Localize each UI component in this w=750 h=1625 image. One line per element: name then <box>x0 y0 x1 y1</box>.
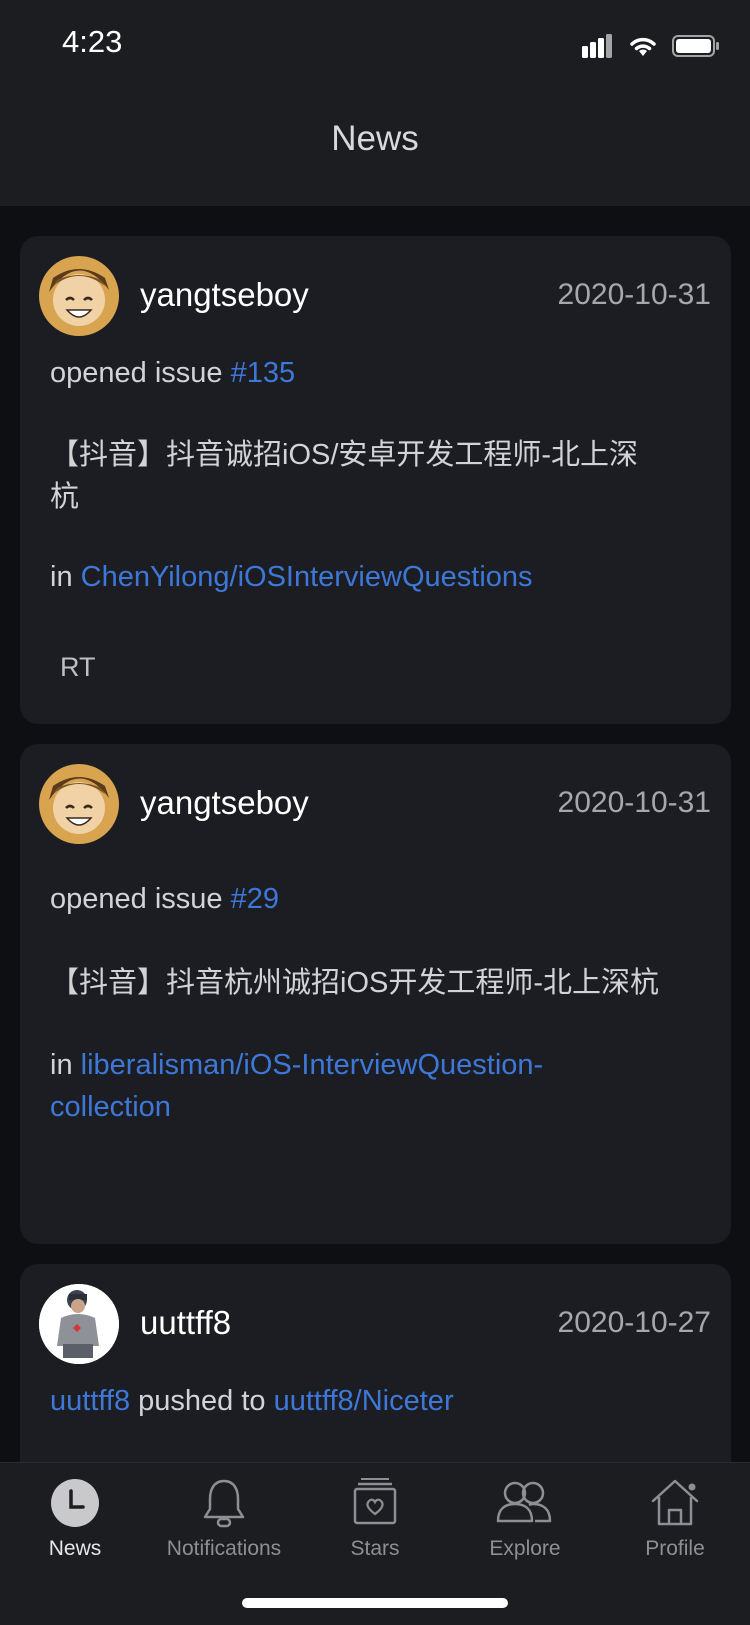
issue-title-line: 杭 <box>50 481 80 513</box>
house-icon <box>651 1479 699 1526</box>
tab-label: Stars <box>350 1537 400 1560</box>
issue-title-line: 【抖音】抖音诚招iOS/安卓开发工程师-北上深 <box>50 439 639 471</box>
page-title: News <box>331 119 419 158</box>
event-date: 2020-10-27 <box>557 1306 711 1339</box>
issue-link[interactable]: #135 <box>231 357 296 389</box>
wifi-icon <box>630 37 656 56</box>
username[interactable]: yangtseboy <box>140 784 309 822</box>
feed-card[interactable]: yangtseboy 2020-10-31 opened issue #135 … <box>20 236 731 724</box>
tab-stars[interactable]: Stars <box>300 1477 450 1561</box>
tab-label: Notifications <box>166 1537 282 1560</box>
in-label: in <box>50 1049 81 1081</box>
status-bar: 4:23 <box>0 0 750 90</box>
signal-icon <box>582 34 612 58</box>
event-action: uuttff8 pushed to uuttff8/Niceter <box>50 1380 690 1422</box>
repository-line: in ChenYilong/iOSInterviewQuestions <box>50 556 690 598</box>
issue-title: 【抖音】抖音杭州诚招iOS开发工程师-北上深杭 <box>50 962 710 1004</box>
username[interactable]: yangtseboy <box>140 276 309 314</box>
home-indicator[interactable] <box>242 1598 508 1608</box>
issue-link[interactable]: #29 <box>231 883 279 915</box>
tab-label: Profile <box>645 1537 705 1560</box>
repository-link[interactable]: uuttff8/Niceter <box>274 1385 454 1417</box>
tab-label: News <box>48 1537 102 1560</box>
event-date: 2020-10-31 <box>557 278 711 311</box>
clock-icon <box>51 1479 99 1527</box>
repository-link[interactable]: liberalisman/iOS-InterviewQuestion- <box>81 1049 544 1081</box>
event-action: opened issue #135 <box>50 352 690 394</box>
issue-body: RT <box>60 652 96 682</box>
bell-icon <box>203 1479 245 1528</box>
in-label: in <box>50 561 81 593</box>
event-action: opened issue #29 <box>50 878 690 920</box>
action-text: pushed to <box>130 1385 274 1417</box>
repository-line: in liberalisman/iOS-InterviewQuestion- c… <box>50 1044 690 1128</box>
tab-explore[interactable]: Explore <box>450 1477 600 1561</box>
tab-profile[interactable]: Profile <box>600 1477 750 1561</box>
people-icon <box>496 1481 552 1523</box>
battery-icon <box>672 35 719 57</box>
avatar[interactable] <box>39 1284 119 1364</box>
issue-title: 【抖音】抖音诚招iOS/安卓开发工程师-北上深 杭 <box>50 434 710 518</box>
issue-title-line: 【抖音】抖音杭州诚招iOS开发工程师-北上深杭 <box>50 967 660 999</box>
avatar[interactable] <box>39 256 119 336</box>
actor-link[interactable]: uuttff8 <box>50 1385 130 1417</box>
username[interactable]: uuttff8 <box>140 1304 231 1342</box>
status-icons <box>582 30 720 62</box>
navigation-bar: News <box>0 90 750 206</box>
star-box-icon <box>353 1478 397 1525</box>
repository-link[interactable]: collection <box>50 1091 171 1123</box>
event-date: 2020-10-31 <box>557 786 711 819</box>
tab-news[interactable]: News <box>0 1477 150 1561</box>
feed-card[interactable]: yangtseboy 2020-10-31 opened issue #29 【… <box>20 744 731 1244</box>
repository-link[interactable]: ChenYilong/iOSInterviewQuestions <box>81 561 533 593</box>
action-text: opened issue <box>50 883 231 915</box>
action-text: opened issue <box>50 357 231 389</box>
status-time: 4:23 <box>62 24 123 59</box>
tab-notifications[interactable]: Notifications <box>149 1477 299 1561</box>
news-feed[interactable]: yangtseboy 2020-10-31 opened issue #135 … <box>0 206 750 1462</box>
feed-card[interactable]: uuttff8 2020-10-27 uuttff8 pushed to uut… <box>20 1264 731 1462</box>
avatar[interactable] <box>39 764 119 844</box>
tab-label: Explore <box>489 1537 561 1560</box>
